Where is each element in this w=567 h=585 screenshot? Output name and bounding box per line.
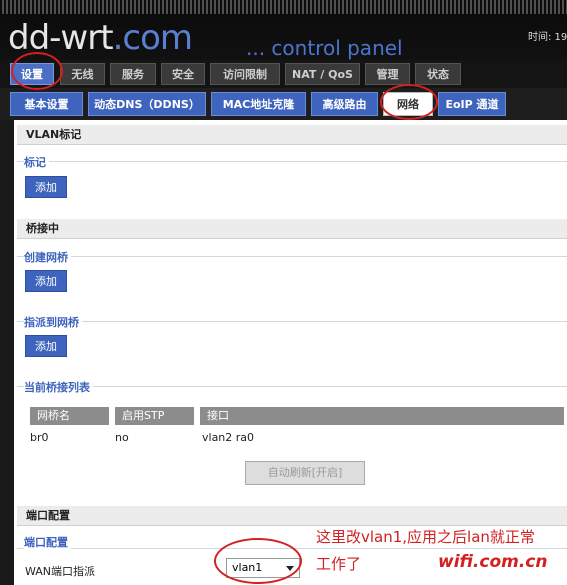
tab-security[interactable]: 安全 (161, 63, 205, 85)
watermark: wifi.com.cn (438, 552, 548, 572)
legend-port-config: 端口配置 (24, 534, 71, 550)
highlight-ring-wan-select (214, 538, 302, 584)
fieldset-divider (17, 161, 567, 162)
time-display: 时间: 19 (528, 32, 567, 43)
subtab-mac-clone[interactable]: MAC地址克隆 (211, 92, 306, 116)
tab-status[interactable]: 状态 (415, 63, 461, 85)
wan-port-label: WAN端口指派 (25, 565, 96, 578)
annotation-note-line1: 这里改vlan1,应用之后lan就正常 (316, 528, 535, 546)
tab-wireless[interactable]: 无线 (60, 63, 105, 85)
auto-refresh-button[interactable]: 自动刷新[开启] (245, 461, 365, 485)
tab-administration[interactable]: 管理 (365, 63, 410, 85)
column-header-stp: 启用STP (115, 407, 194, 425)
bridge-stp-cell: no (115, 431, 129, 444)
section-title-vlan: VLAN标记 (17, 125, 567, 145)
tab-services[interactable]: 服务 (110, 63, 156, 85)
section-title-bridging: 桥接中 (17, 219, 567, 239)
subtab-ddns[interactable]: 动态DNS（DDNS） (88, 92, 206, 116)
fieldset-divider (17, 256, 567, 257)
legend-create-bridge: 创建网桥 (24, 249, 71, 265)
legend-bridge-list: 当前桥接列表 (24, 379, 93, 395)
highlight-ring-networking-tab (380, 84, 438, 120)
column-header-interfaces: 接口 (200, 407, 564, 425)
fieldset-divider (17, 321, 567, 322)
subtab-advanced-routing[interactable]: 高级路由 (311, 92, 378, 116)
subtab-basic-setup[interactable]: 基本设置 (10, 92, 83, 116)
annotation-note-line2: 工作了 (316, 555, 362, 573)
legend-assign-bridge: 指派到网桥 (24, 314, 82, 330)
tagline: ... control panel (246, 36, 403, 60)
tab-access-restrictions[interactable]: 访问限制 (210, 63, 280, 85)
bridge-interfaces-cell: vlan2 ra0 (202, 431, 255, 444)
add-bridge-assignment-button[interactable]: 添加 (25, 335, 67, 357)
column-header-bridge-name: 网桥名 (30, 407, 109, 425)
add-vlan-tag-button[interactable]: 添加 (25, 176, 67, 198)
subtab-eoip-tunnel[interactable]: EoIP 通道 (438, 92, 506, 116)
tab-nat-qos[interactable]: NAT / QoS (285, 63, 360, 85)
sub-tab-bar: 基本设置 动态DNS（DDNS） MAC地址克隆 高级路由 网络 EoIP 通道 (0, 88, 567, 120)
fieldset-divider (17, 386, 567, 387)
section-title-port-config: 端口配置 (17, 506, 567, 526)
add-bridge-button[interactable]: 添加 (25, 270, 67, 292)
legend-vlan-tag: 标记 (24, 154, 49, 170)
main-tab-bar: 设置 无线 服务 安全 访问限制 NAT / QoS 管理 状态 (0, 60, 567, 88)
header: dd-wrt.com ... control panel 时间: 19 (0, 0, 567, 60)
bridge-name-cell: br0 (30, 431, 49, 444)
highlight-ring-setup-tab (11, 52, 63, 90)
content-panel: VLAN标记 标记 添加 桥接中 创建网桥 添加 指派到网桥 添加 当前桥接列表… (14, 120, 567, 585)
